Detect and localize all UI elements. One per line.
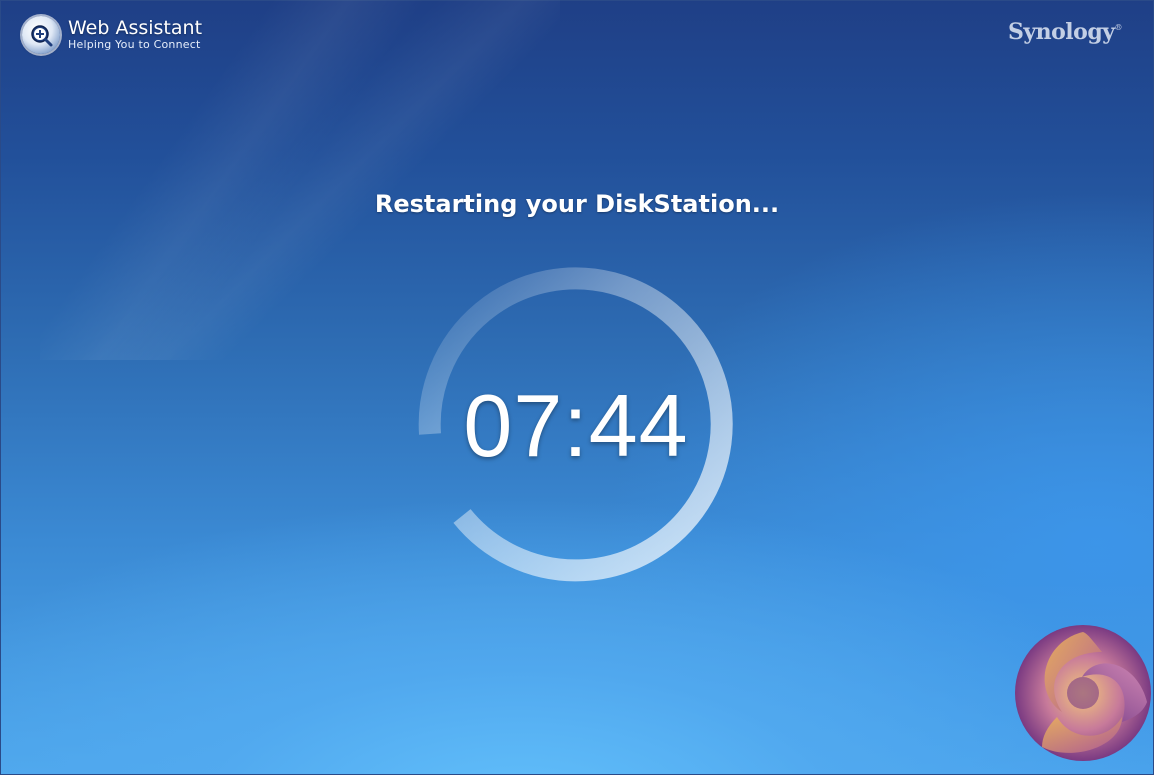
registered-mark: ® bbox=[1114, 23, 1123, 32]
vendor-logo-text: Synology bbox=[1007, 19, 1115, 45]
web-assistant-brand: Web Assistant Helping You to Connect bbox=[22, 16, 202, 54]
app-subtitle: Helping You to Connect bbox=[68, 38, 201, 51]
app-title: Web Assistant bbox=[68, 17, 203, 39]
countdown-timer: 07:44 bbox=[463, 376, 689, 475]
restart-status-text: Restarting your DiskStation... bbox=[374, 190, 780, 218]
magnifier-plus-icon bbox=[22, 16, 60, 54]
synology-logo: Synology® bbox=[1007, 19, 1123, 45]
synology-emblem-icon bbox=[1015, 625, 1151, 761]
